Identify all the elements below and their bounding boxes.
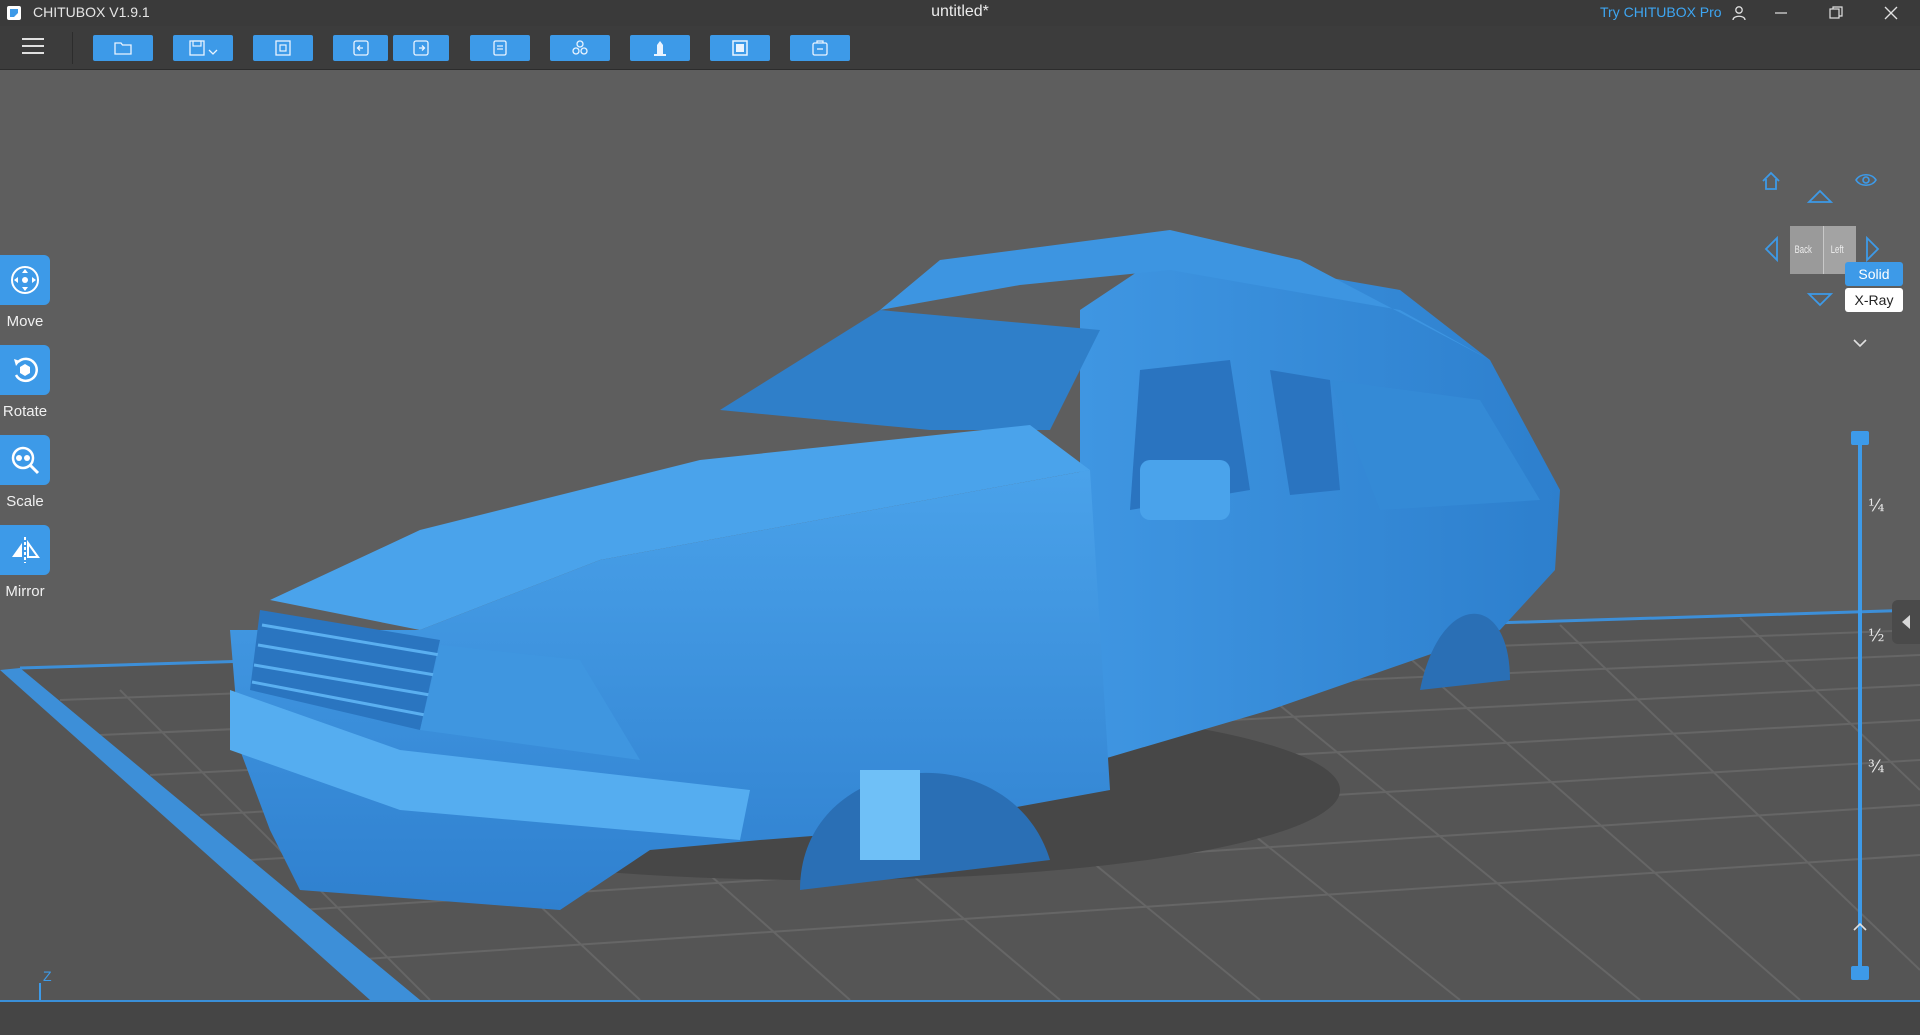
close-icon bbox=[1884, 6, 1898, 20]
chevron-up-icon[interactable] bbox=[1852, 922, 1868, 932]
status-bar bbox=[0, 1000, 1920, 1035]
chevron-left-icon bbox=[1902, 615, 1910, 629]
build-plate-scene[interactable] bbox=[0, 70, 1920, 1000]
auto-layout-button[interactable] bbox=[253, 35, 313, 61]
face-back-label: Back bbox=[1794, 244, 1812, 256]
app-name: CHITUBOX V1.9.1 bbox=[33, 4, 150, 20]
scale-icon bbox=[11, 446, 40, 475]
title-bar: CHITUBOX V1.9.1 untitled* Try CHITUBOX P… bbox=[0, 0, 1920, 26]
redo-button[interactable] bbox=[393, 35, 449, 61]
mirror-tool-label: Mirror bbox=[5, 583, 45, 600]
scale-tool-button[interactable] bbox=[0, 435, 50, 485]
scale-tool[interactable]: Scale bbox=[0, 435, 50, 510]
scale-tool-label: Scale bbox=[6, 493, 44, 510]
support-icon bbox=[572, 40, 588, 55]
save-button[interactable] bbox=[173, 35, 233, 61]
axis-gizmo: Z X Y bbox=[39, 968, 52, 1000]
hole-icon bbox=[732, 40, 748, 56]
layout-icon bbox=[275, 40, 291, 56]
arrow-down-icon[interactable] bbox=[1807, 290, 1833, 308]
rotate-icon bbox=[14, 357, 38, 383]
redo-icon bbox=[413, 40, 429, 56]
dig-hole-button[interactable] bbox=[710, 35, 770, 61]
auto-support-button[interactable] bbox=[550, 35, 610, 61]
arrow-right-icon[interactable] bbox=[1863, 236, 1881, 262]
minimize-button[interactable] bbox=[1758, 0, 1804, 26]
mirror-tool[interactable]: Mirror bbox=[0, 525, 50, 600]
slice-icon bbox=[812, 40, 828, 56]
mirror-tool-button[interactable] bbox=[0, 525, 50, 575]
user-icon bbox=[1732, 6, 1746, 21]
axis-z-label: Z bbox=[43, 968, 52, 984]
hamburger-menu-button[interactable] bbox=[22, 38, 44, 56]
view-cube-face-back[interactable]: Back bbox=[1790, 226, 1824, 274]
hollow-icon bbox=[654, 41, 666, 56]
main-toolbar bbox=[0, 26, 1920, 70]
toolbar-divider bbox=[72, 32, 73, 64]
undo-icon bbox=[352, 40, 369, 56]
layer-slider-bottom-handle[interactable] bbox=[1851, 966, 1869, 980]
open-file-button[interactable] bbox=[93, 35, 153, 61]
move-tool-button[interactable] bbox=[0, 255, 50, 305]
slider-tick-quarter: ¼ bbox=[1868, 496, 1885, 516]
chitubox-logo-icon bbox=[7, 6, 21, 20]
xray-mode-button[interactable]: X-Ray bbox=[1845, 288, 1903, 312]
close-button[interactable] bbox=[1868, 0, 1914, 26]
restore-icon bbox=[1829, 6, 1843, 19]
rotate-tool-label: Rotate bbox=[2, 403, 48, 420]
chevron-down-icon[interactable] bbox=[208, 48, 218, 56]
hollow-button[interactable] bbox=[630, 35, 690, 61]
solid-mode-button[interactable]: Solid bbox=[1845, 262, 1903, 286]
minimize-icon bbox=[1775, 12, 1787, 14]
undo-button[interactable] bbox=[333, 35, 388, 61]
rotate-tool-button[interactable] bbox=[0, 345, 50, 395]
face-left-label: Left bbox=[1830, 244, 1844, 256]
arrow-up-icon[interactable] bbox=[1807, 188, 1833, 206]
restore-button[interactable] bbox=[1813, 0, 1859, 26]
document-icon bbox=[493, 40, 507, 56]
try-pro-link[interactable]: Try CHITUBOX Pro bbox=[1600, 4, 1722, 20]
settings-button[interactable] bbox=[470, 35, 530, 61]
mirror-icon bbox=[12, 537, 40, 563]
move-tool-label: Move bbox=[6, 313, 44, 330]
menu-icon bbox=[22, 38, 44, 40]
save-icon bbox=[189, 40, 205, 56]
layer-slider-track[interactable] bbox=[1858, 438, 1862, 973]
slider-tick-half: ½ bbox=[1868, 626, 1885, 646]
eye-icon[interactable] bbox=[1855, 172, 1877, 188]
layer-slider-top-handle[interactable] bbox=[1851, 431, 1869, 445]
move-tool[interactable]: Move bbox=[0, 255, 50, 330]
rotate-tool[interactable]: Rotate bbox=[0, 345, 50, 420]
home-icon[interactable] bbox=[1760, 170, 1782, 192]
chevron-down-icon[interactable] bbox=[1852, 338, 1868, 348]
right-panel-toggle[interactable] bbox=[1892, 600, 1920, 644]
slice-button[interactable] bbox=[790, 35, 850, 61]
slider-tick-three-quarters: ¾ bbox=[1868, 757, 1885, 777]
arrow-left-icon[interactable] bbox=[1763, 236, 1781, 262]
folder-icon bbox=[114, 42, 132, 55]
move-icon bbox=[11, 266, 39, 294]
user-account-button[interactable] bbox=[1716, 0, 1762, 26]
3d-viewport[interactable]: Move Rotate Scale Mirror Back Left Solid… bbox=[0, 70, 1920, 1000]
